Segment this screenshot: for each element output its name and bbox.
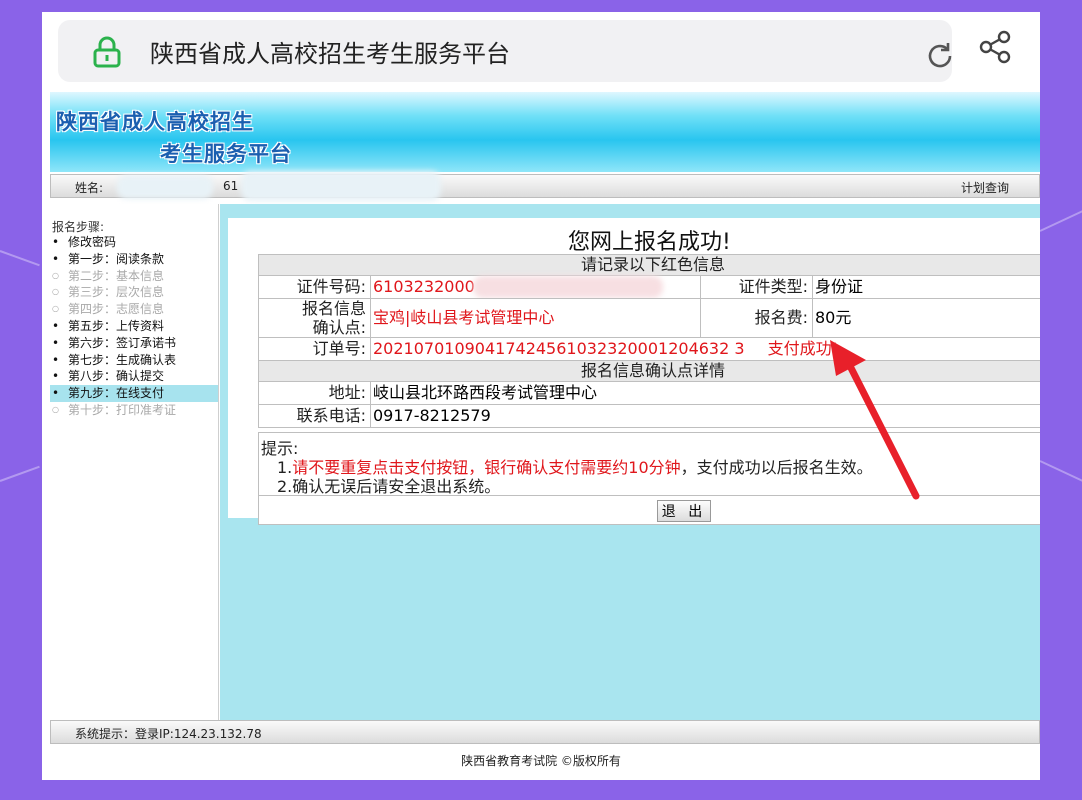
detail-header: 报名信息确认点详情	[258, 360, 1040, 382]
decor-line	[0, 465, 40, 482]
system-status-bar: 系统提示：登录IP:124.23.132.78	[50, 720, 1040, 744]
lock-icon	[93, 36, 121, 68]
payment-status: 支付成功!	[767, 339, 839, 358]
fee-value: 80元	[815, 308, 852, 327]
redaction-blur	[241, 171, 441, 201]
decor-line	[0, 250, 40, 267]
plan-query-link[interactable]: 计划查询	[961, 179, 1009, 196]
decor-line	[1039, 460, 1082, 488]
steps-list: 修改密码第一步：阅读条款第二步：基本信息第三步：层次信息第四步：志愿信息第五步：…	[50, 234, 218, 419]
phone-screen: 陕西省成人高校招生考生服务平台 陕西省成人高校招生 考生服务平台 姓名: 61 …	[42, 12, 1040, 780]
sidebar-step[interactable]: 第六步：签订承诺书	[50, 335, 218, 352]
confirm-point-row: 报名信息 确认点: 宝鸡|岐山县考试管理中心 报名费: 80元	[258, 298, 1040, 338]
sidebar-step[interactable]: 第八步：确认提交	[50, 368, 218, 385]
order-row: 订单号: 20210701090417424561032320001204632…	[258, 337, 1040, 361]
main-content: 您网上报名成功! 请记录以下红色信息 证件号码: 6103232000 证件类型…	[220, 204, 1040, 720]
id-number-label: 证件号码:	[259, 276, 371, 298]
copyright: 陕西省教育考试院 ©版权所有	[461, 754, 621, 768]
share-icon[interactable]	[978, 30, 1012, 64]
exit-button[interactable]: 退 出	[657, 500, 711, 522]
address-label: 地址:	[259, 382, 371, 404]
order-label: 订单号:	[259, 338, 371, 360]
sidebar-step[interactable]: 第七步：生成确认表	[50, 352, 218, 369]
id-number-value: 6103232000	[371, 276, 701, 298]
site-banner: 陕西省成人高校招生 考生服务平台	[50, 92, 1040, 172]
reload-icon[interactable]	[924, 40, 956, 72]
sidebar-step: 第三步：层次信息	[50, 284, 218, 301]
decor-line	[1039, 204, 1082, 232]
confirm-point-label: 报名信息 确认点:	[259, 299, 371, 337]
banner-title-line2: 考生服务平台	[160, 142, 292, 166]
success-title: 您网上报名成功!	[568, 230, 731, 255]
sidebar-step[interactable]: 第九步：在线支付	[50, 385, 218, 402]
phone-value: 0917-8212579	[373, 406, 491, 425]
address-value: 岐山县北环路西段考试管理中心	[373, 383, 598, 402]
id-type-label: 证件类型:	[701, 276, 813, 298]
user-info-bar: 姓名: 61 计划查询	[50, 171, 1040, 201]
page-title: 陕西省成人高校招生考生服务平台	[150, 40, 510, 68]
sidebar-step: 第十步：打印准考证	[50, 402, 218, 419]
name-label: 姓名:	[75, 181, 104, 195]
system-tip: 系统提示：登录IP:124.23.132.78	[75, 727, 262, 741]
result-panel: 您网上报名成功! 请记录以下红色信息 证件号码: 6103232000 证件类型…	[228, 218, 1040, 525]
record-header: 请记录以下红色信息	[258, 254, 1040, 276]
redaction-blur	[117, 175, 213, 199]
sidebar-step: 第二步：基本信息	[50, 268, 218, 285]
steps-title: 报名步骤:	[52, 220, 105, 234]
exit-row: 退 出	[258, 495, 1040, 525]
order-value: 20210701090417424561032320001204632 3 支付…	[373, 339, 839, 358]
fee-label: 报名费:	[701, 299, 813, 337]
sidebar-step[interactable]: 第五步：上传资料	[50, 318, 218, 335]
address-bar[interactable]: 陕西省成人高校招生考生服务平台	[58, 20, 952, 82]
sidebar-step: 第四步：志愿信息	[50, 301, 218, 318]
id-type-value: 身份证	[815, 277, 864, 296]
phone-row: 联系电话: 0917-8212579	[258, 404, 1040, 428]
banner-title-line1: 陕西省成人高校招生	[56, 110, 254, 134]
steps-sidebar: 报名步骤: 修改密码第一步：阅读条款第二步：基本信息第三步：层次信息第四步：志愿…	[50, 204, 219, 720]
confirm-point-value: 宝鸡|岐山县考试管理中心	[371, 299, 701, 337]
id-prefix: 61	[223, 179, 239, 193]
sidebar-step[interactable]: 修改密码	[50, 234, 218, 251]
address-row: 地址: 岐山县北环路西段考试管理中心	[258, 381, 1040, 405]
tip-2: 2.确认无误后请安全退出系统。	[277, 477, 501, 496]
sidebar-step[interactable]: 第一步：阅读条款	[50, 251, 218, 268]
phone-label: 联系电话:	[259, 405, 371, 427]
tips-box: 提示: 1.请不要重复点击支付按钮，银行确认支付需要约10分钟，支付成功以后报名…	[258, 432, 1040, 496]
id-row: 证件号码: 6103232000 证件类型: 身份证	[258, 275, 1040, 299]
